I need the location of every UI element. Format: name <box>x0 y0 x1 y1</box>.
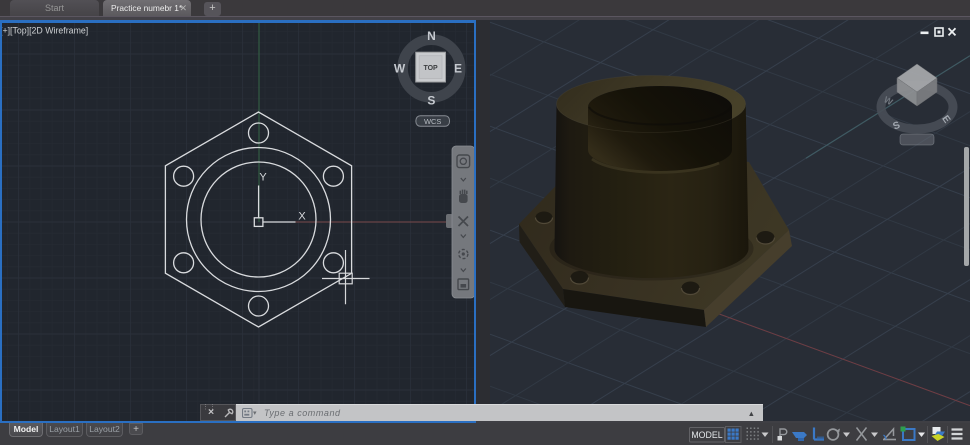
svg-text:WCS: WCS <box>424 117 442 126</box>
svg-text:X: X <box>298 211 306 223</box>
svg-text:TOP: TOP <box>423 65 438 72</box>
svg-text:W: W <box>394 62 406 76</box>
svg-text:MODEL: MODEL <box>691 430 722 440</box>
svg-text:N: N <box>427 29 436 43</box>
svg-text:E: E <box>454 62 462 76</box>
svg-text:S: S <box>427 94 435 108</box>
svg-text:[+][Top][2D Wireframe]: [+][Top][2D Wireframe] <box>0 26 88 36</box>
svg-text:Y: Y <box>259 172 267 184</box>
